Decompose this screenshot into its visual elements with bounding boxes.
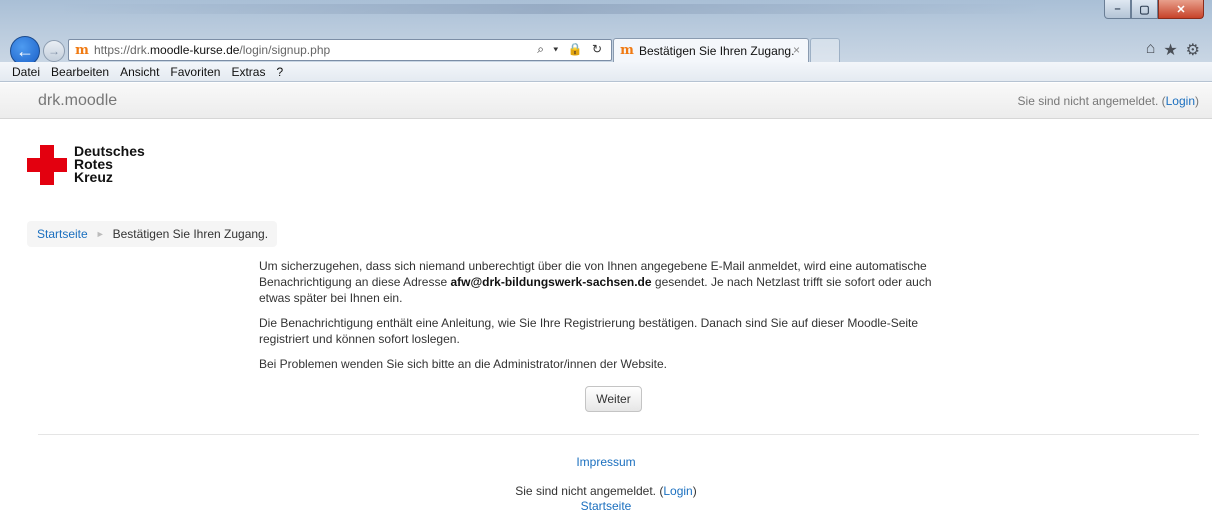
browser-chrome: – ▢ ✕ ← → m https://drk.moodle-kurse.de/… — [0, 0, 1212, 66]
moodle-favicon-icon: m — [620, 43, 634, 58]
star-icon[interactable]: ★ — [1163, 40, 1177, 60]
footer-divider — [38, 434, 1199, 435]
footer-login-info: Sie sind nicht angemeldet. (Login) — [515, 484, 697, 498]
maximize-button[interactable]: ▢ — [1131, 0, 1158, 19]
menu-help[interactable]: ? — [276, 65, 283, 79]
gear-icon[interactable]: ⚙ — [1186, 40, 1200, 60]
browser-tab[interactable]: m Bestätigen Sie Ihren Zugang. × — [613, 38, 809, 62]
window-controls: – ▢ ✕ — [1104, 0, 1204, 19]
logo-text: Deutsches Rotes Kreuz — [74, 143, 145, 185]
breadcrumb-home-link[interactable]: Startseite — [37, 227, 88, 241]
page-footer: Impressum Sie sind nicht angemeldet. (Lo… — [0, 455, 1212, 514]
email-address: afw@drk-bildungswerk-sachsen.de — [450, 275, 652, 289]
address-bar-icons[interactable]: ⌕ ▾ 🔒 ↻ — [537, 42, 605, 57]
impressum-link[interactable]: Impressum — [0, 455, 1212, 470]
close-window-button[interactable]: ✕ — [1158, 0, 1204, 19]
message-paragraph-1: Um sicherzugehen, dass sich niemand unbe… — [259, 259, 932, 305]
browser-menubar: Datei Bearbeiten Ansicht Favoriten Extra… — [0, 62, 1212, 82]
menu-extras[interactable]: Extras — [231, 65, 265, 79]
menu-ansicht[interactable]: Ansicht — [120, 65, 159, 79]
moodle-favicon-icon: m — [75, 42, 89, 58]
login-link[interactable]: Login — [1166, 94, 1195, 108]
new-tab-button[interactable] — [810, 38, 840, 62]
breadcrumb-separator-icon: ► — [95, 229, 105, 239]
address-bar[interactable]: m https://drk.moodle-kurse.de/login/sign… — [68, 39, 612, 61]
login-info: Sie sind nicht angemeldet. (Login) — [1017, 93, 1199, 108]
home-icon[interactable]: ⌂ — [1146, 40, 1156, 60]
confirmation-message: Um sicherzugehen, dass sich niemand unbe… — [259, 258, 949, 381]
breadcrumb: Startseite ► Bestätigen Sie Ihren Zugang… — [27, 221, 278, 247]
menu-bearbeiten[interactable]: Bearbeiten — [51, 65, 109, 79]
forward-button[interactable]: → — [43, 40, 65, 62]
minimize-button[interactable]: – — [1104, 0, 1131, 19]
url-text[interactable]: https://drk.moodle-kurse.de/login/signup… — [94, 43, 330, 57]
arrow-right-icon: → — [48, 44, 60, 58]
message-paragraph-3: Bei Problemen wenden Sie sich bitte an d… — [259, 357, 668, 371]
browser-toolbar-icons: ⌂ ★ ⚙ — [1146, 40, 1200, 60]
footer-login-link[interactable]: Login — [663, 484, 692, 498]
continue-button[interactable]: Weiter — [585, 386, 642, 412]
menu-datei[interactable]: Datei — [12, 65, 40, 79]
red-cross-icon — [27, 145, 67, 185]
breadcrumb-current: Bestätigen Sie Ihren Zugang. — [112, 227, 269, 241]
site-brand[interactable]: drk.moodle — [38, 92, 117, 110]
drk-logo[interactable]: Deutsches Rotes Kreuz — [27, 143, 145, 185]
arrow-left-icon: ← — [16, 40, 34, 61]
menu-favoriten[interactable]: Favoriten — [170, 65, 220, 79]
message-paragraph-2: Die Benachrichtigung enthält eine Anleit… — [259, 316, 919, 346]
window-title-bar — [60, 4, 1040, 14]
site-navbar: drk.moodle Sie sind nicht angemeldet. (L… — [0, 83, 1212, 119]
tab-close-icon[interactable]: × — [793, 43, 800, 57]
tab-title: Bestätigen Sie Ihren Zugang. — [639, 43, 795, 58]
